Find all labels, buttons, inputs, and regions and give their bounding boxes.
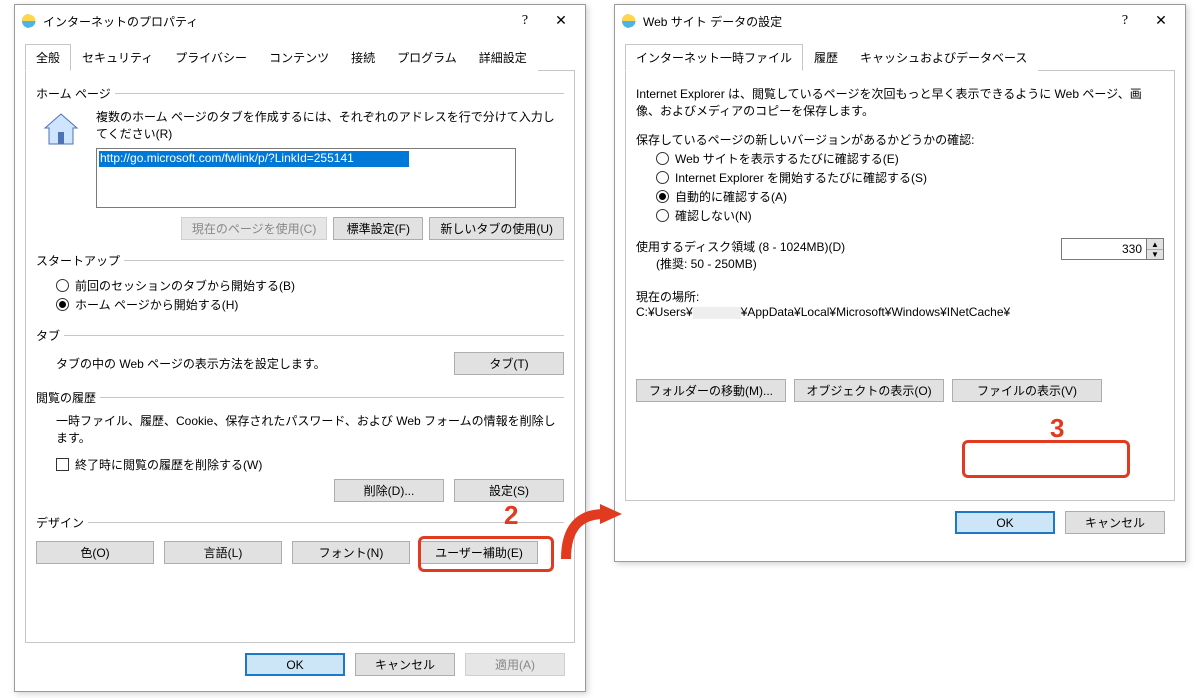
- homepage-description: 複数のホーム ページのタブを作成するには、それぞれのアドレスを行で分けて入力して…: [96, 108, 564, 142]
- disk-space-label: 使用するディスク領域 (8 - 1024MB)(D): [636, 238, 845, 255]
- ok-button[interactable]: OK: [955, 511, 1055, 534]
- tab-advanced[interactable]: 詳細設定: [468, 44, 538, 71]
- tabs-settings-button[interactable]: タブ(T): [454, 352, 564, 375]
- current-location-label: 現在の場所:: [636, 288, 1164, 305]
- spin-up-icon[interactable]: ▲: [1147, 239, 1163, 249]
- tabs-description: タブの中の Web ページの表示方法を設定します。: [36, 355, 326, 372]
- tab-privacy[interactable]: プライバシー: [164, 44, 258, 71]
- group-history-legend: 閲覧の履歴: [36, 389, 100, 406]
- group-tabs: タブ タブの中の Web ページの表示方法を設定します。 タブ(T): [36, 327, 564, 383]
- tab-history[interactable]: 履歴: [803, 44, 849, 71]
- ie-icon: [21, 13, 37, 29]
- titlebar: インターネットのプロパティ ? ✕: [15, 5, 585, 37]
- fonts-button[interactable]: フォント(N): [292, 541, 410, 564]
- group-design-legend: デザイン: [36, 514, 88, 531]
- disk-space-spinner[interactable]: ▲▼: [1061, 238, 1164, 260]
- check-newer-legend: 保存しているページの新しいバージョンがあるかどうかの確認:: [636, 131, 1164, 148]
- cancel-button[interactable]: キャンセル: [355, 653, 455, 676]
- redacted-username: [693, 307, 741, 319]
- help-button[interactable]: ?: [1107, 9, 1143, 33]
- view-objects-button[interactable]: オブジェクトの表示(O): [794, 379, 944, 402]
- colors-button[interactable]: 色(O): [36, 541, 154, 564]
- startup-radio-homepage[interactable]: ホーム ページから開始する(H): [36, 296, 564, 313]
- group-homepage: ホーム ページ 複数のホーム ページのタブを作成するには、それぞれのアドレスを行…: [36, 85, 564, 246]
- group-design: デザイン 色(O) 言語(L) フォント(N) ユーザー補助(E): [36, 514, 564, 570]
- radio-every-visit[interactable]: Web サイトを表示するたびに確認する(E): [636, 150, 1164, 167]
- tab-cache-db[interactable]: キャッシュおよびデータベース: [849, 44, 1038, 71]
- delete-history-button[interactable]: 削除(D)...: [334, 479, 444, 502]
- group-tabs-legend: タブ: [36, 327, 64, 344]
- current-location-path: C:¥Users¥¥AppData¥Local¥Microsoft¥Window…: [636, 305, 1164, 319]
- history-settings-button[interactable]: 設定(S): [454, 479, 564, 502]
- ie-icon: [621, 13, 637, 29]
- languages-button[interactable]: 言語(L): [164, 541, 282, 564]
- window-title: インターネットのプロパティ: [43, 13, 507, 30]
- house-icon: [41, 110, 81, 240]
- disk-space-hint: (推奨: 50 - 250MB): [636, 255, 845, 272]
- delete-on-exit-checkbox[interactable]: 終了時に閲覧の履歴を削除する(W): [36, 456, 564, 473]
- tab-programs[interactable]: プログラム: [386, 44, 468, 71]
- tab-security[interactable]: セキュリティ: [71, 44, 164, 71]
- move-folder-button[interactable]: フォルダーの移動(M)...: [636, 379, 786, 402]
- help-button[interactable]: ?: [507, 9, 543, 33]
- window-title: Web サイト データの設定: [643, 13, 1107, 30]
- radio-never[interactable]: 確認しない(N): [636, 207, 1164, 224]
- tab-connections[interactable]: 接続: [340, 44, 386, 71]
- tab-strip: インターネット一時ファイル 履歴 キャッシュおよびデータベース: [625, 43, 1175, 71]
- radio-every-start[interactable]: Internet Explorer を開始するたびに確認する(S): [636, 169, 1164, 186]
- history-description: 一時ファイル、履歴、Cookie、保存されたパスワード、および Web フォーム…: [36, 412, 564, 446]
- group-startup: スタートアップ 前回のセッションのタブから開始する(B) ホーム ページから開始…: [36, 252, 564, 321]
- tab-content[interactable]: コンテンツ: [258, 44, 340, 71]
- accessibility-button[interactable]: ユーザー補助(E): [420, 541, 538, 564]
- use-current-button: 現在のページを使用(C): [181, 217, 327, 240]
- homepage-url-input[interactable]: http://go.microsoft.com/fwlink/p/?LinkId…: [96, 148, 516, 208]
- spin-down-icon[interactable]: ▼: [1147, 249, 1163, 259]
- intro-text: Internet Explorer は、閲覧しているページを次回もっと早く表示で…: [636, 85, 1164, 119]
- group-homepage-legend: ホーム ページ: [36, 85, 115, 102]
- close-button[interactable]: ✕: [543, 9, 579, 33]
- use-default-button[interactable]: 標準設定(F): [333, 217, 423, 240]
- internet-properties-dialog: インターネットのプロパティ ? ✕ 全般 セキュリティ プライバシー コンテンツ…: [14, 4, 586, 692]
- radio-automatic[interactable]: 自動的に確認する(A): [636, 188, 1164, 205]
- tab-temp-files[interactable]: インターネット一時ファイル: [625, 44, 803, 71]
- tab-strip: 全般 セキュリティ プライバシー コンテンツ 接続 プログラム 詳細設定: [25, 43, 575, 71]
- use-newtab-button[interactable]: 新しいタブの使用(U): [429, 217, 564, 240]
- group-history: 閲覧の履歴 一時ファイル、履歴、Cookie、保存されたパスワード、および We…: [36, 389, 564, 508]
- ok-button[interactable]: OK: [245, 653, 345, 676]
- disk-space-input[interactable]: [1062, 239, 1146, 259]
- close-button[interactable]: ✕: [1143, 9, 1179, 33]
- website-data-settings-dialog: Web サイト データの設定 ? ✕ インターネット一時ファイル 履歴 キャッシ…: [614, 4, 1186, 562]
- startup-radio-last-session[interactable]: 前回のセッションのタブから開始する(B): [36, 277, 564, 294]
- group-startup-legend: スタートアップ: [36, 252, 124, 269]
- titlebar: Web サイト データの設定 ? ✕: [615, 5, 1185, 37]
- view-files-button[interactable]: ファイルの表示(V): [952, 379, 1102, 402]
- apply-button: 適用(A): [465, 653, 565, 676]
- tab-general[interactable]: 全般: [25, 44, 71, 71]
- cancel-button[interactable]: キャンセル: [1065, 511, 1165, 534]
